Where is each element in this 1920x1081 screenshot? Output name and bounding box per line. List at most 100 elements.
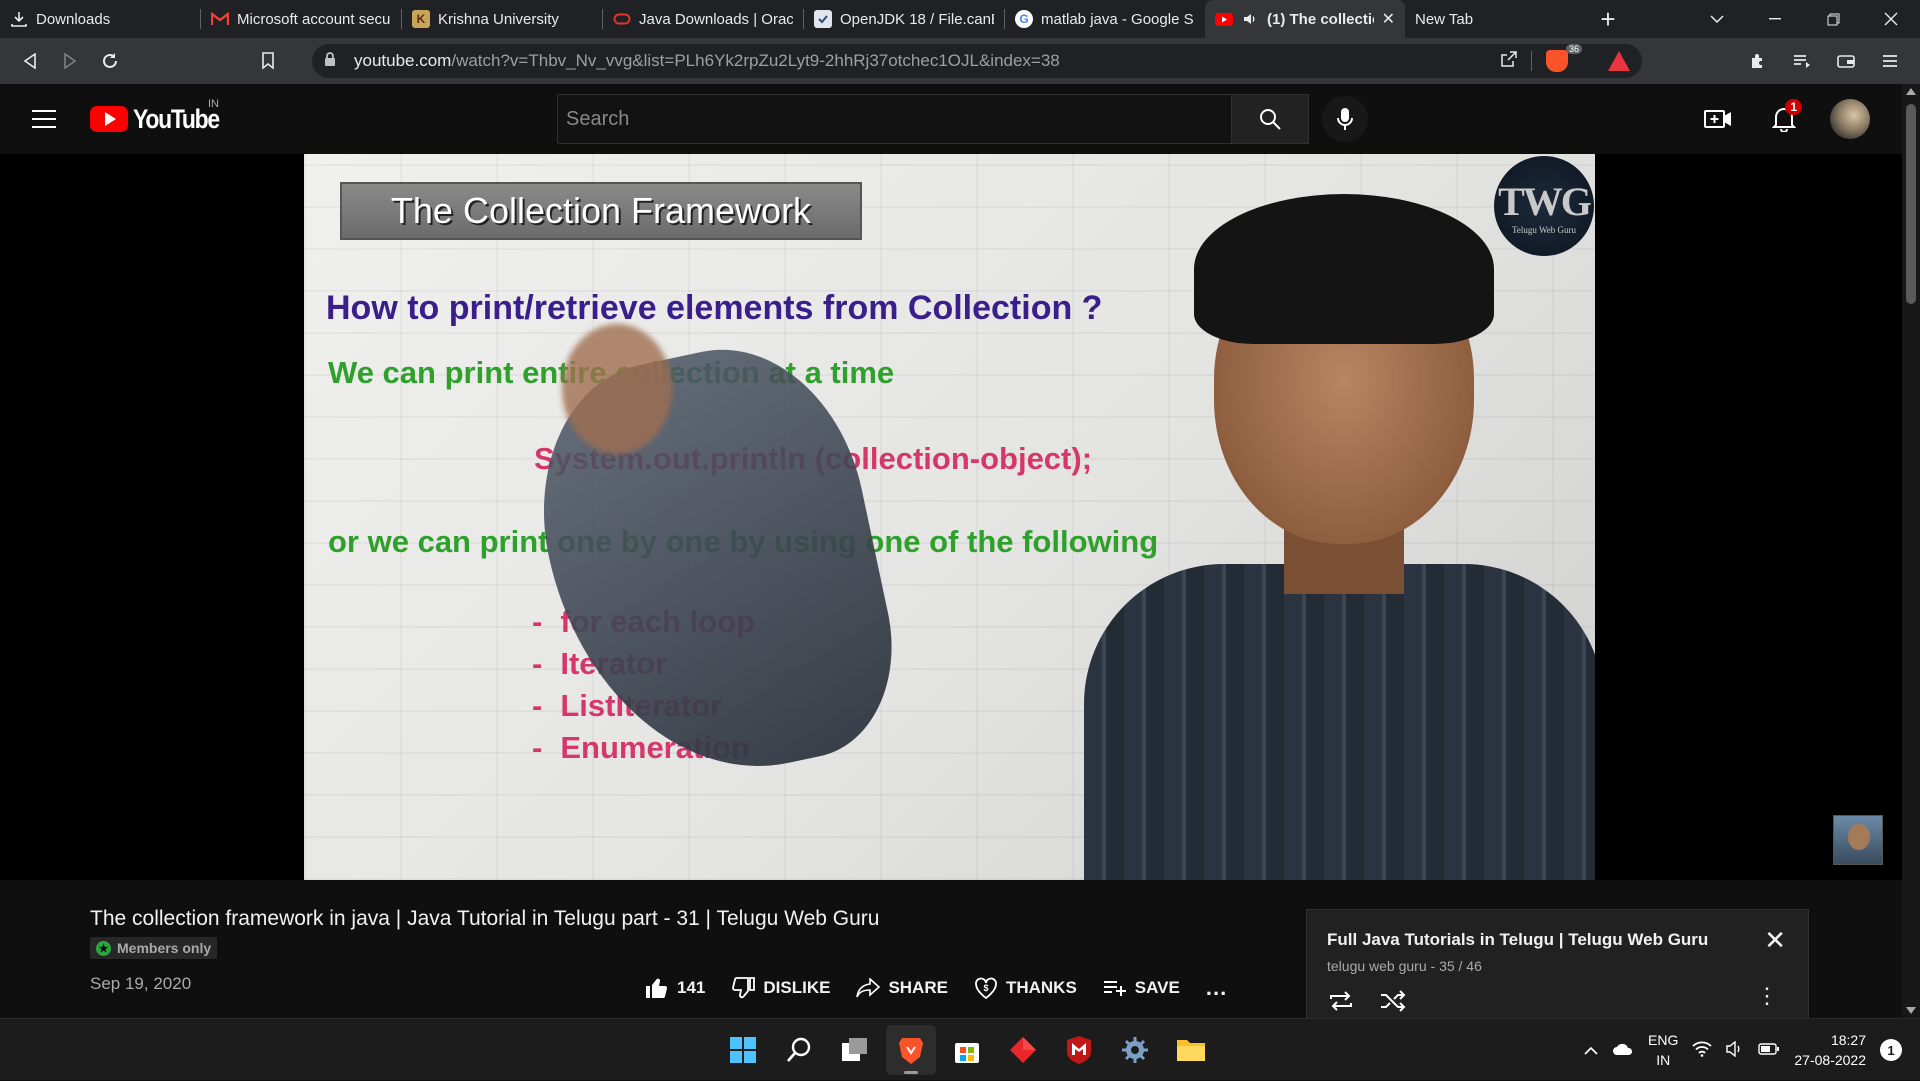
youtube-logo[interactable]: YouTube IN [90,98,234,135]
members-badge-label: Members only [117,940,212,956]
mcafee-icon[interactable] [1054,1025,1104,1075]
youtube-icon [1215,10,1233,28]
tab-search-chevron-icon[interactable] [1688,0,1746,38]
reload-icon[interactable] [90,43,130,79]
scroll-down-arrow-icon[interactable] [1906,1007,1916,1014]
tab-title: New Tab [1415,10,1474,28]
page-scrollbar[interactable] [1902,84,1920,1018]
notification-center-badge[interactable]: 1 [1880,1039,1902,1061]
onedrive-cloud-icon[interactable] [1612,1042,1634,1059]
playlist-panel: Full Java Tutorials in Telugu | Telugu W… [1306,909,1809,1034]
input-language-indicator[interactable]: ENG IN [1648,1030,1678,1070]
minimize-icon[interactable] [1746,0,1804,38]
scroll-up-arrow-icon[interactable] [1906,88,1916,95]
save-button[interactable]: SAVE [1103,978,1180,998]
open-external-icon[interactable] [1501,50,1517,72]
tab-downloads[interactable]: Downloads [0,0,200,38]
close-window-icon[interactable] [1862,0,1920,38]
google-icon: G [1015,10,1033,28]
channel-watermark-logo: TWG Telugu Web Guru [1494,156,1594,256]
windows-start-icon[interactable] [718,1025,768,1075]
clock[interactable]: 18:27 27-08-2022 [1794,1030,1866,1070]
thumbs-down-icon [732,977,756,999]
close-icon[interactable]: ✕ [1764,927,1786,953]
back-icon[interactable] [10,43,50,79]
wallet-icon[interactable] [1826,43,1866,79]
notifications-bell-icon[interactable]: 1 [1764,99,1804,139]
share-button[interactable]: SHARE [856,978,948,998]
tab-krishna-university[interactable]: K Krishna University [402,0,602,38]
tab-microsoft-account[interactable]: Microsoft account secu [201,0,401,38]
playlist-more-icon[interactable]: ⋮ [1756,985,1778,1007]
address-bar[interactable]: youtube.com /watch?v=Thbv_Nv_vvg&list=PL… [312,44,1642,78]
settings-icon[interactable] [1110,1025,1160,1075]
tab-title: Java Downloads | Orac [639,10,793,28]
language-code: ENG [1648,1032,1679,1048]
close-tab-icon[interactable]: ✕ [1382,9,1395,29]
restore-icon[interactable] [1804,0,1862,38]
channel-branding-thumbnail[interactable] [1833,815,1883,865]
browser-menu-icon[interactable] [1870,43,1910,79]
tab-title: OpenJDK 18 / File.canE [840,10,994,28]
tab-new-tab[interactable]: New Tab [1405,0,1585,38]
tab-title: matlab java - Google S [1041,10,1194,28]
more-actions-button[interactable]: ... [1206,975,1227,1001]
shields-count-badge: 36 [1565,44,1582,54]
browser-toolbar: youtube.com /watch?v=Thbv_Nv_vvg&list=PL… [0,38,1920,84]
forward-icon[interactable] [50,43,90,79]
presenter-hand [562,324,672,454]
avatar[interactable] [1830,99,1870,139]
video-frame[interactable]: The Collection Framework How to print/re… [304,154,1595,880]
search-box[interactable] [557,94,1232,144]
search-input[interactable] [566,107,1223,131]
scrollbar-thumb[interactable] [1906,104,1916,304]
watermark-text: TWG [1498,178,1592,224]
tab-matlab-google[interactable]: G matlab java - Google S [1005,0,1205,38]
new-tab-button[interactable]: + [1585,0,1631,38]
shuffle-playlist-icon[interactable] [1379,990,1407,1017]
share-label: SHARE [888,978,948,997]
playlist-queue-icon[interactable] [1782,43,1822,79]
hamburger-menu-icon[interactable] [24,99,64,139]
slide-title: The Collection Framework [340,182,862,240]
youtube-play-icon [90,106,128,132]
voice-search-button[interactable] [1322,96,1368,142]
task-view-icon[interactable] [830,1025,880,1075]
lock-icon[interactable] [324,52,342,70]
playlist-subtitle[interactable]: telugu web guru - 35 / 46 [1327,958,1482,974]
search-icon[interactable] [774,1025,824,1075]
tab-java-downloads[interactable]: Java Downloads | Orac [603,0,803,38]
omnibox-actions: 36 [1501,44,1630,72]
video-player[interactable]: The Collection Framework How to print/re… [0,154,1902,880]
upload-date: Sep 19, 2020 [90,974,192,993]
extensions-icon[interactable] [1738,43,1778,79]
brave-rewards-icon[interactable] [1608,51,1630,71]
show-hidden-icons-chevron-icon[interactable] [1584,1042,1598,1058]
toolbar-right [1738,43,1910,79]
watermark-subtext: Telugu Web Guru [1512,224,1576,235]
thanks-button[interactable]: $ THANKS [974,976,1077,1000]
create-video-icon[interactable] [1698,99,1738,139]
tab-openjdk[interactable]: OpenJDK 18 / File.canE [804,0,1004,38]
clock-date: 27-08-2022 [1794,1052,1866,1068]
dislike-button[interactable]: DISLIKE [731,977,830,999]
speaker-icon[interactable] [1241,10,1259,28]
brave-browser-icon[interactable] [886,1025,936,1075]
wifi-icon[interactable] [1692,1041,1712,1060]
brave-shields-icon[interactable]: 36 [1546,44,1582,72]
playlist-title[interactable]: Full Java Tutorials in Telugu | Telugu W… [1327,930,1708,950]
redhat-icon[interactable] [998,1025,1048,1075]
loop-playlist-icon[interactable] [1327,990,1355,1017]
svg-text:$: $ [983,983,988,993]
microsoft-store-icon[interactable] [942,1025,992,1075]
battery-icon[interactable] [1758,1042,1780,1058]
tab-youtube-active[interactable]: (1) The collectio ✕ [1205,0,1405,38]
super-thanks-icon: $ [975,977,997,1000]
volume-icon[interactable] [1726,1040,1744,1060]
file-explorer-icon[interactable] [1166,1025,1216,1075]
bookmark-icon[interactable] [248,43,288,79]
search-button[interactable] [1231,94,1309,144]
tab-title: (1) The collectio [1267,10,1374,28]
like-button[interactable]: 141 [645,977,705,999]
tab-title: Microsoft account secu [237,10,391,28]
